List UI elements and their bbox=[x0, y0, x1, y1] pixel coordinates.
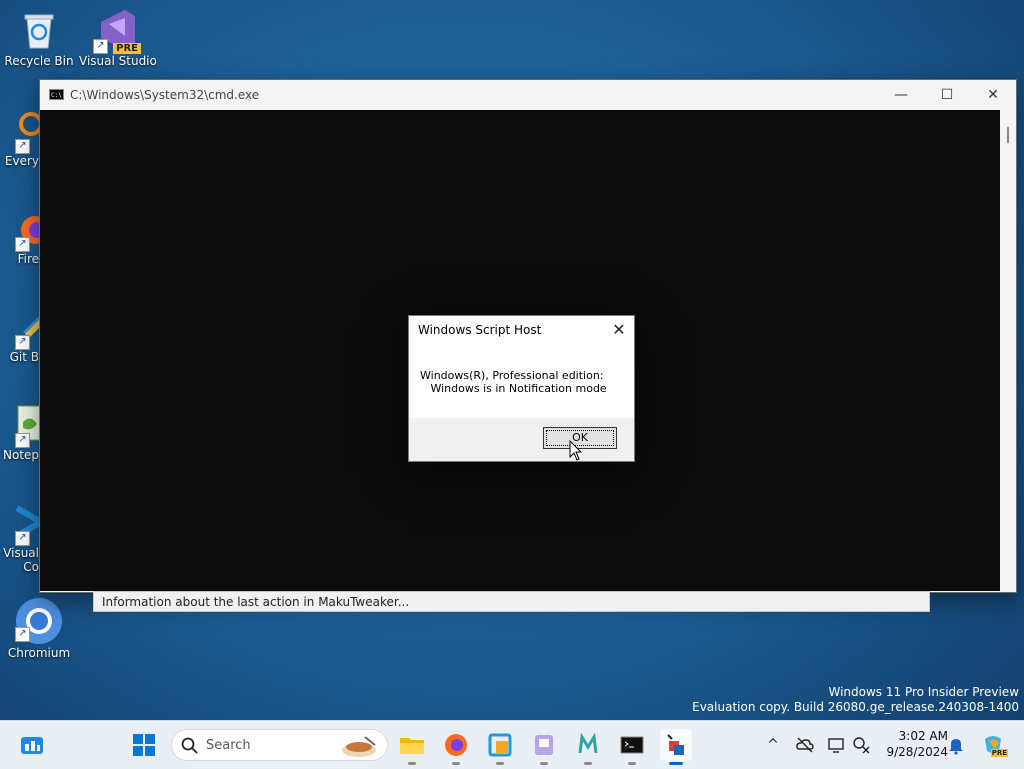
shortcut-arrow-icon: ↗ bbox=[15, 531, 30, 546]
vscode-icon: ↗ bbox=[1, 500, 41, 546]
dialog-footer: OK bbox=[409, 418, 634, 461]
recycle-bin-icon bbox=[17, 8, 61, 52]
search-icon bbox=[181, 737, 198, 754]
desktop-icon-label-line2: Co bbox=[23, 560, 39, 574]
system-clock[interactable]: 3:02 AM 9/28/2024 bbox=[878, 728, 948, 760]
desktop-icon-everything[interactable]: ↗ Every bbox=[1, 108, 41, 168]
taskbar: Search ^ 3:02 AM 9/28/2024 PRE bbox=[0, 720, 1024, 769]
script-host-dialog[interactable]: Windows Script Host ✕ Windows(R), Profes… bbox=[408, 315, 635, 462]
shortcut-arrow-icon: ↗ bbox=[15, 237, 30, 252]
search-magnifier-icon: ↗ bbox=[1, 108, 41, 154]
dialog-message-line1: Windows(R), Professional edition: bbox=[420, 369, 604, 382]
running-indicator bbox=[628, 762, 636, 765]
chromium-icon: ↗ bbox=[15, 596, 62, 644]
taskbar-script-host[interactable] bbox=[660, 729, 692, 765]
taskbar-search-box[interactable]: Search bbox=[171, 729, 388, 761]
shortcut-arrow-icon: ↗ bbox=[15, 627, 30, 642]
dialog-close-button[interactable]: ✕ bbox=[604, 316, 634, 344]
shortcut-arrow-icon: ↗ bbox=[15, 433, 30, 448]
terminal-icon bbox=[620, 736, 644, 754]
vertical-scrollbar[interactable] bbox=[1000, 110, 1016, 591]
desktop-icon-label: Git B bbox=[9, 350, 39, 364]
running-indicator bbox=[408, 762, 416, 765]
taskbar-cmd[interactable] bbox=[616, 729, 648, 765]
watermark-line1: Windows 11 Pro Insider Preview bbox=[828, 685, 1019, 699]
running-indicator bbox=[496, 762, 504, 765]
makutweaker-icon bbox=[578, 732, 598, 754]
desktop-icon-label: Every bbox=[4, 154, 39, 168]
taskbar-file-explorer[interactable] bbox=[396, 729, 428, 765]
desktop-icon-label: Visual Studio bbox=[79, 54, 157, 68]
taskbar-makutweaker[interactable] bbox=[572, 729, 604, 765]
dialog-message-line2: Windows is in Notification mode bbox=[420, 382, 607, 395]
running-indicator bbox=[540, 762, 548, 765]
mouse-cursor-icon bbox=[569, 440, 583, 461]
desktop-icon-chromium[interactable]: ↗ Chromium bbox=[1, 596, 77, 660]
tray-overflow-chevron[interactable]: ^ bbox=[763, 735, 783, 755]
start-button[interactable] bbox=[128, 729, 160, 761]
network-icon[interactable] bbox=[852, 735, 872, 755]
running-indicator bbox=[452, 762, 460, 765]
notepad-icon: ↗ bbox=[1, 402, 41, 448]
desktop-icon-label: Visual bbox=[3, 546, 39, 560]
onedrive-offline-icon[interactable] bbox=[795, 735, 815, 755]
shortcut-arrow-icon: ↗ bbox=[93, 39, 108, 54]
active-indicator bbox=[669, 762, 683, 765]
cmd-app-icon: C:\ bbox=[49, 89, 64, 100]
cmd-titlebar[interactable]: C:\ C:\Windows\System32\cmd.exe — ☐ ✕ bbox=[40, 80, 1016, 110]
taskbar-app-notes[interactable] bbox=[528, 729, 560, 765]
copilot-pre-badge: PRE bbox=[990, 749, 1008, 757]
status-text: Information about the last action in Mak… bbox=[102, 595, 410, 609]
clock-time: 3:02 AM bbox=[898, 729, 948, 743]
notes-app-icon bbox=[535, 735, 553, 755]
script-host-icon bbox=[667, 734, 684, 755]
desktop-icon-label: Fire bbox=[17, 252, 39, 266]
desktop-icon-label: Recycle Bin bbox=[4, 54, 74, 68]
git-bash-icon: ↗ bbox=[1, 304, 41, 350]
desktop-icon-visual-studio[interactable]: ↗ PRE Visual Studio bbox=[79, 8, 157, 68]
desktop-icon-label: Notep bbox=[2, 448, 39, 462]
taskbar-firefox[interactable] bbox=[440, 729, 472, 765]
windows-watermark: Windows 11 Pro Insider Preview Evaluatio… bbox=[692, 685, 1019, 715]
dialog-title: Windows Script Host bbox=[418, 323, 542, 337]
dialog-message: Windows(R), Professional edition: Window… bbox=[420, 369, 607, 395]
window-title: C:\Windows\System32\cmd.exe bbox=[70, 88, 260, 102]
shortcut-arrow-icon: ↗ bbox=[15, 335, 30, 350]
taskbar-app-window[interactable] bbox=[484, 729, 516, 765]
shortcut-arrow-icon: ↗ bbox=[15, 139, 30, 154]
copilot-icon[interactable]: PRE bbox=[980, 735, 1008, 757]
pre-badge: PRE bbox=[113, 43, 141, 54]
firefox-icon bbox=[445, 734, 467, 756]
folder-icon bbox=[400, 738, 424, 754]
minimize-button[interactable]: — bbox=[878, 80, 924, 110]
desktop-icon-firefox[interactable]: ↗ Fire bbox=[1, 206, 41, 266]
visual-studio-icon: ↗ PRE bbox=[93, 8, 141, 54]
close-button[interactable]: ✕ bbox=[970, 80, 1016, 110]
running-indicator bbox=[584, 762, 592, 765]
app-window-icon bbox=[488, 733, 512, 757]
clock-date: 9/28/2024 bbox=[886, 745, 948, 759]
widgets-icon bbox=[21, 737, 43, 754]
search-highlight-icon bbox=[342, 736, 376, 757]
maximize-button[interactable]: ☐ bbox=[924, 80, 970, 110]
desktop-icon-git-bash[interactable]: ↗ Git B bbox=[1, 304, 41, 364]
desktop-icon-vscode[interactable]: ↗ Visual Co bbox=[1, 500, 41, 574]
search-label: Search bbox=[206, 738, 251, 753]
desktop-icon-notepad[interactable]: ↗ Notep bbox=[1, 402, 41, 462]
widgets-button[interactable] bbox=[16, 729, 48, 761]
scrollbar-thumb[interactable] bbox=[1007, 127, 1009, 143]
desktop-icon-recycle-bin[interactable]: Recycle Bin bbox=[1, 8, 77, 68]
desktop-icon-label: Chromium bbox=[7, 646, 71, 660]
watermark-line2: Evaluation copy. Build 26080.ge_release.… bbox=[692, 700, 1019, 714]
firefox-icon: ↗ bbox=[1, 206, 41, 252]
makutweaker-status-bar: Information about the last action in Mak… bbox=[93, 591, 930, 612]
windows-logo-icon bbox=[133, 734, 155, 756]
display-icon[interactable] bbox=[827, 735, 847, 755]
notification-bell-icon[interactable] bbox=[946, 735, 966, 755]
